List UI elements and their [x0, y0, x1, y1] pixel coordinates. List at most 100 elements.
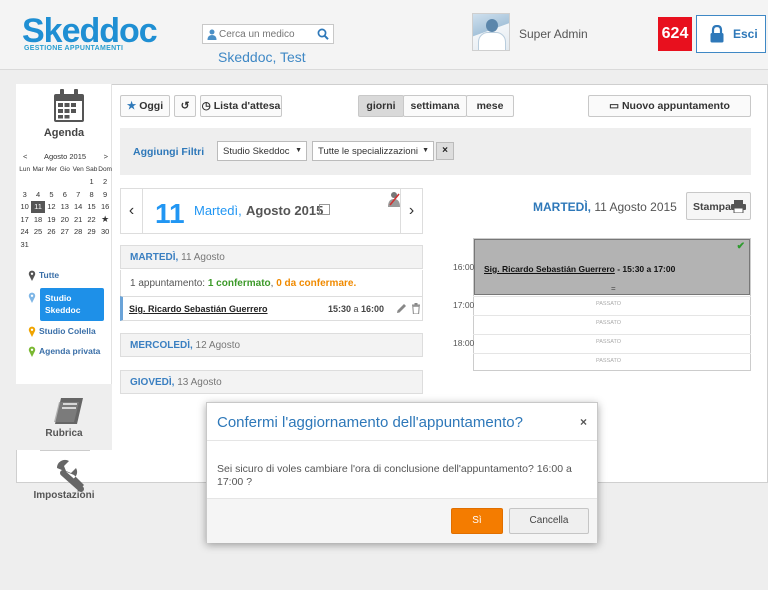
calendar-day[interactable]: 17: [18, 213, 31, 226]
edit-icon[interactable]: [396, 303, 407, 314]
calendar-day[interactable]: 2: [98, 176, 112, 189]
calendar-day[interactable]: [58, 176, 71, 189]
calendar-day[interactable]: 28: [71, 226, 84, 239]
calendar-day[interactable]: 22: [85, 213, 98, 226]
calendar-day[interactable]: 16: [98, 201, 112, 214]
calendar-day[interactable]: 14: [71, 201, 84, 214]
calendar-day[interactable]: 6: [58, 188, 71, 201]
cancel-button[interactable]: Cancella: [509, 508, 589, 534]
calendar-day[interactable]: [71, 176, 84, 189]
view-days-button[interactable]: giorni: [358, 95, 404, 117]
calendar-day[interactable]: 31: [18, 238, 31, 251]
studio-filter-privata[interactable]: Agenda privata: [26, 346, 112, 364]
day-header-weekday: MERCOLEDÌ,: [130, 340, 193, 351]
day-header[interactable]: MERCOLEDÌ, 12 Agosto: [120, 333, 423, 357]
studio-filter-colella[interactable]: Studio Colella: [26, 326, 112, 344]
calendar-day[interactable]: 1: [85, 176, 98, 189]
calendar-day[interactable]: 29: [85, 226, 98, 239]
calendar-day[interactable]: [31, 176, 44, 189]
wrench-icon[interactable]: [53, 458, 87, 492]
doctor-search[interactable]: [202, 24, 334, 44]
waiting-list-button[interactable]: ◷ Lista d'attesa: [200, 95, 282, 117]
next-day-button[interactable]: ›: [400, 189, 422, 233]
prev-day-button[interactable]: ‹: [121, 189, 143, 233]
close-icon[interactable]: ×: [580, 415, 587, 429]
calendar-day[interactable]: [58, 238, 71, 251]
notification-badge[interactable]: 624: [658, 17, 692, 51]
calendar-day[interactable]: 3: [18, 188, 31, 201]
calendar-day[interactable]: 20: [58, 213, 71, 226]
print-label: Stampa: [693, 201, 731, 213]
weekday-label: Ven: [72, 165, 84, 173]
logout-button[interactable]: Esci: [696, 15, 766, 53]
appointment-patient[interactable]: Sig. Ricardo Sebastián Guerrero: [129, 304, 268, 314]
new-appointment-button[interactable]: ▭ Nuovo appuntamento: [588, 95, 751, 117]
day-header[interactable]: GIOVEDÌ, 13 Agosto: [120, 370, 423, 394]
confirm-button[interactable]: Sì: [451, 508, 503, 534]
calendar-day[interactable]: 18: [31, 213, 44, 226]
calendar-day[interactable]: 21: [71, 213, 84, 226]
day-header-weekday: MARTEDÌ,: [130, 252, 179, 263]
calendar-day[interactable]: 13: [58, 201, 71, 214]
dialog-footer: Sì Cancella: [207, 498, 597, 543]
studio-filter-all[interactable]: Tutte: [26, 270, 112, 288]
calendar-day[interactable]: 15: [85, 201, 98, 214]
add-filters-link[interactable]: Aggiungi Filtri: [133, 146, 204, 158]
calendar-month: Agosto 2015: [43, 152, 87, 161]
trash-icon[interactable]: [411, 303, 421, 315]
holiday-star-icon[interactable]: ★: [98, 213, 112, 226]
search-input[interactable]: [219, 27, 315, 41]
calendar-day[interactable]: 7: [71, 188, 84, 201]
appointment-row[interactable]: Sig. Ricardo Sebastián Guerrero 15:30 a …: [120, 296, 423, 321]
calendar-day[interactable]: 25: [31, 226, 44, 239]
calendar-day[interactable]: 9: [98, 188, 112, 201]
calendar-grid: Lun Mar Mer Gio Ven Sab Dom 1 2 3 4 5 6 …: [18, 163, 112, 251]
calendar-event[interactable]: ✔ Sig. Ricardo Sebastián Guerrero - 15:3…: [474, 239, 750, 295]
calendar-next-button[interactable]: >: [104, 152, 108, 161]
today-button[interactable]: ★ Oggi: [120, 95, 170, 117]
view-week-button[interactable]: settimana: [403, 95, 467, 117]
calendar-day[interactable]: 5: [45, 188, 58, 201]
calendar-day[interactable]: 12: [45, 201, 58, 214]
calendar-day[interactable]: 10: [18, 201, 31, 214]
nav-rubrica[interactable]: Rubrica: [16, 384, 112, 450]
impostazioni-label[interactable]: Impostazioni: [16, 490, 112, 501]
calendar-day[interactable]: 26: [45, 226, 58, 239]
calendar-day[interactable]: [31, 238, 44, 251]
day-header[interactable]: MARTEDÌ, 11 Agosto: [120, 245, 423, 269]
calendar-day[interactable]: 30: [98, 226, 112, 239]
weekday-label: Lun: [19, 165, 31, 173]
calendar-day[interactable]: [18, 176, 31, 189]
calendar-day[interactable]: [85, 238, 98, 251]
specialization-select-value: Tutte le specializzazioni: [318, 146, 418, 157]
logout-label: Esci: [733, 27, 758, 41]
specialization-select[interactable]: Tutte le specializzazioni ▼: [312, 141, 434, 161]
logo[interactable]: Skeddoc GESTIONE APPUNTAMENTI: [22, 14, 158, 52]
studio-filter-skeddoc[interactable]: Studio Skeddoc: [40, 288, 104, 321]
calendar-day[interactable]: 24: [18, 226, 31, 239]
agenda-label[interactable]: Agenda: [16, 127, 112, 139]
calendar-day-selected[interactable]: 11: [31, 200, 45, 213]
search-icon[interactable]: [317, 27, 329, 41]
date-picker-icon[interactable]: [319, 204, 330, 215]
appointment-start: 15:30: [328, 304, 352, 314]
view-month-button[interactable]: mese: [466, 95, 514, 117]
rubrica-label: Rubrica: [45, 428, 83, 439]
calendar-day[interactable]: [45, 238, 58, 251]
calendar-day[interactable]: 19: [45, 213, 58, 226]
calendar-day[interactable]: [45, 176, 58, 189]
calendar-day[interactable]: [71, 238, 84, 251]
avatar[interactable]: [472, 13, 510, 51]
calendar-day[interactable]: 4: [31, 188, 44, 201]
refresh-button[interactable]: ↺: [174, 95, 196, 117]
calendar-day[interactable]: 8: [85, 188, 98, 201]
calendar-day[interactable]: [98, 238, 112, 251]
studio-select[interactable]: Studio Skeddoc ▼: [217, 141, 307, 161]
print-button[interactable]: Stampa: [686, 192, 751, 220]
calendar-icon[interactable]: [53, 89, 85, 123]
clear-filters-button[interactable]: ×: [436, 142, 454, 160]
username[interactable]: Super Admin: [519, 27, 588, 41]
calendar-day[interactable]: 27: [58, 226, 71, 239]
resize-handle[interactable]: =: [611, 284, 616, 293]
past-slot-label: PASSATO: [596, 339, 622, 345]
